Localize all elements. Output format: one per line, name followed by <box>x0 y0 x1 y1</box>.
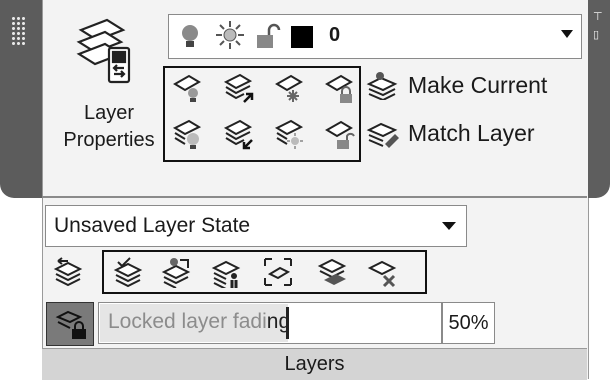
tooltip-text: Locked layer fadi <box>108 310 267 333</box>
layer-freeze-icon[interactable] <box>273 72 305 104</box>
locked-layer-fading-label: Locked layer fading <box>108 310 290 334</box>
lightbulb-icon[interactable] <box>179 23 201 51</box>
panel-options-icon[interactable]: ▯ <box>593 30 599 41</box>
fading-percent-field[interactable]: 50% <box>442 302 495 344</box>
layer-walk-icon[interactable] <box>210 256 242 288</box>
make-current-icon <box>366 72 398 100</box>
chevron-down-icon[interactable] <box>561 30 573 38</box>
panel-right-strip: ⊤ ▯ <box>588 0 610 198</box>
previous-layer-icon[interactable] <box>52 255 84 287</box>
layer-thaw-icon[interactable] <box>273 118 305 150</box>
current-layer-name: 0 <box>329 24 341 46</box>
locked-layer-fading-toggle[interactable] <box>46 302 94 346</box>
pin-icon[interactable]: ⊤ <box>593 12 603 23</box>
layer-off-icon[interactable] <box>171 72 203 104</box>
layer-properties-button[interactable]: Layer Properties <box>55 10 163 160</box>
delete-layer-icon[interactable] <box>366 256 398 288</box>
locked-layer-fading-icon <box>55 310 86 339</box>
layer-dropdown[interactable]: 0 <box>168 14 582 59</box>
panel-divider <box>42 196 587 198</box>
match-layer-label: Match Layer <box>408 120 535 146</box>
layer-unlock-icon[interactable] <box>323 118 355 150</box>
layer-isolate-icon[interactable] <box>222 72 254 104</box>
text-cursor <box>286 307 289 339</box>
sun-icon[interactable] <box>215 20 245 50</box>
panel-grip[interactable] <box>0 0 42 198</box>
layer-state-dropdown[interactable]: Unsaved Layer State <box>45 205 467 247</box>
panel-title[interactable]: Layers <box>42 348 587 380</box>
grip-dots <box>11 16 27 46</box>
copy-objects-to-layer-icon[interactable] <box>160 256 192 288</box>
change-to-current-icon[interactable] <box>112 256 144 288</box>
layer-state-value: Unsaved Layer State <box>54 214 251 237</box>
layer-properties-label: Layer Properties <box>63 102 155 151</box>
layer-unisolate-icon[interactable] <box>222 118 254 150</box>
unlocked-padlock-icon[interactable] <box>255 23 281 51</box>
layer-on-icon[interactable] <box>171 118 203 150</box>
match-layer-icon <box>366 122 399 148</box>
isolate-to-viewport-icon[interactable] <box>262 256 294 288</box>
make-current-label: Make Current <box>408 72 548 98</box>
layer-properties-icon <box>76 18 131 84</box>
layer-lock-icon[interactable] <box>323 72 355 104</box>
merge-layers-icon[interactable] <box>316 256 348 288</box>
chevron-down-icon[interactable] <box>442 222 456 230</box>
layer-color-swatch <box>291 26 313 48</box>
